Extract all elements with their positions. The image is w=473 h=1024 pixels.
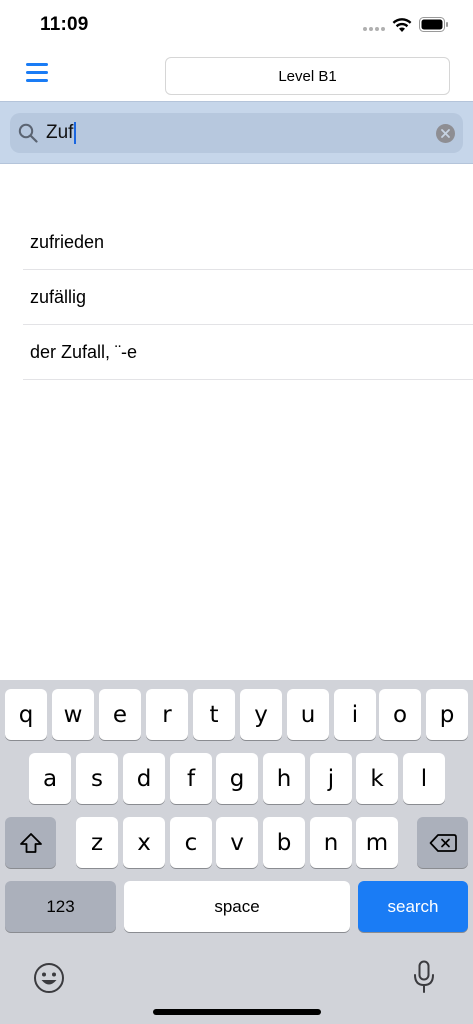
key-k[interactable]: k [356,753,398,804]
keyboard: q w e r t y u i o p a s d f g h j k l z … [0,680,473,1024]
space-key[interactable]: space [124,881,350,932]
key-h[interactable]: h [263,753,305,804]
key-v[interactable]: v [216,817,258,868]
text-caret [74,122,77,144]
microphone-icon[interactable] [413,960,435,994]
clear-icon[interactable] [436,124,455,143]
key-r[interactable]: r [146,689,188,740]
delete-key[interactable] [417,817,468,868]
shift-icon [19,832,42,853]
keyboard-row-2: a s d f g h j k l [0,753,473,804]
key-d[interactable]: d [123,753,165,804]
search-input[interactable]: Zuf [46,122,77,144]
key-x[interactable]: x [123,817,165,868]
key-c[interactable]: c [170,817,212,868]
search-input-value: Zuf [46,122,74,143]
key-e[interactable]: e [99,689,141,740]
level-selector-button[interactable]: Level B1 [165,57,450,95]
keyboard-row-4: 123 space search [0,881,473,932]
key-p[interactable]: p [426,689,468,740]
result-item[interactable]: zufällig [23,270,473,325]
emoji-icon[interactable] [33,962,65,994]
nav-bar: Level B1 [0,50,473,102]
key-g[interactable]: g [216,753,258,804]
key-m[interactable]: m [356,817,398,868]
key-t[interactable]: t [193,689,235,740]
status-time: 11:09 [40,14,89,35]
key-u[interactable]: u [287,689,329,740]
hamburger-menu-icon[interactable] [26,63,48,85]
key-z[interactable]: z [76,817,118,868]
battery-icon [419,17,448,32]
search-key[interactable]: search [358,881,468,932]
shift-key[interactable] [5,817,56,868]
result-item[interactable]: der Zufall, ¨-e [23,325,473,380]
key-o[interactable]: o [379,689,421,740]
home-indicator [153,1009,321,1015]
search-bar: Zuf [0,101,473,164]
wifi-icon [392,18,412,32]
key-s[interactable]: s [76,753,118,804]
results-list: zufrieden zufällig der Zufall, ¨-e [23,215,473,380]
key-a[interactable]: a [29,753,71,804]
key-q[interactable]: q [5,689,47,740]
search-field[interactable]: Zuf [10,113,463,153]
key-b[interactable]: b [263,817,305,868]
result-item[interactable]: zufrieden [23,215,473,270]
key-j[interactable]: j [310,753,352,804]
key-i[interactable]: i [334,689,376,740]
key-l[interactable]: l [403,753,445,804]
backspace-icon [429,833,457,852]
key-n[interactable]: n [310,817,352,868]
numbers-key[interactable]: 123 [5,881,116,932]
key-y[interactable]: y [240,689,282,740]
keyboard-row-3: z x c v b n m [0,817,473,868]
signal-dots-icon [363,27,385,33]
keyboard-row-1: q w e r t y u i o p [0,689,473,740]
key-w[interactable]: w [52,689,94,740]
search-icon [18,123,38,143]
key-f[interactable]: f [170,753,212,804]
status-bar: 11:09 [0,0,473,50]
